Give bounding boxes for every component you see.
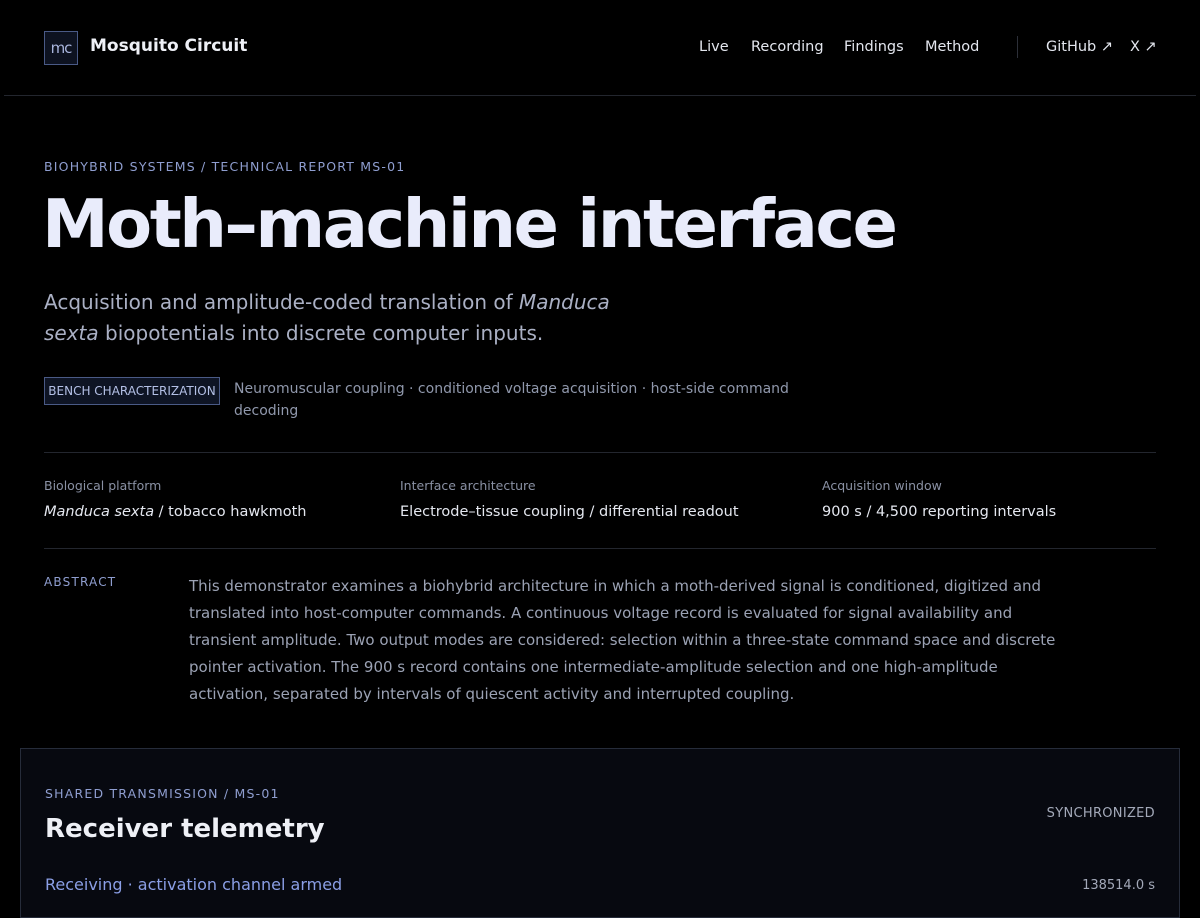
badge-description: Neuromuscular coupling · conditioned vol… [234,381,789,419]
abstract-label: ABSTRACT [44,575,117,589]
status-badge: BENCH CHARACTERIZATION [44,377,220,405]
page-title: Moth–machine interface [42,185,898,263]
site-header: mc Mosquito Circuit Live Recording Findi… [4,0,1196,96]
nav-findings[interactable]: Findings [844,39,904,55]
meta-value-architecture: Electrode–tissue coupling / differential… [400,504,739,520]
telemetry-timestamp: 138514.0 s [1082,878,1155,893]
meta-label-platform: Biological platform [44,478,162,493]
hero-eyebrow: BIOHYBRID SYSTEMS / TECHNICAL REPORT MS-… [44,159,406,174]
nav-divider [1017,36,1018,58]
meta-value-window: 900 s / 4,500 reporting intervals [822,504,1057,520]
meta-species: Manduca sexta [44,504,155,520]
divider [44,548,1156,549]
logo[interactable]: mc [44,31,78,65]
meta-label-architecture: Interface architecture [400,478,536,493]
divider [44,452,1156,453]
telemetry-panel: SHARED TRANSMISSION / MS-01 Receiver tel… [20,748,1180,918]
nav-github-link[interactable]: GitHub ↗ [1046,39,1113,55]
brand-name[interactable]: Mosquito Circuit [90,36,247,56]
hero-subtitle: Acquisition and amplitude-coded translat… [44,287,664,349]
receiving-status: Receiving · activation channel armed [45,875,343,894]
telemetry-eyebrow: SHARED TRANSMISSION / MS-01 [45,786,280,801]
subtitle-text-end: biopotentials into discrete computer inp… [98,321,544,345]
nav-recording[interactable]: Recording [751,39,824,55]
abstract-text: This demonstrator examines a biohybrid a… [189,577,1056,703]
sync-status: SYNCHRONIZED [1046,806,1155,821]
nav-live[interactable]: Live [699,39,729,55]
nav-method[interactable]: Method [925,39,979,55]
meta-platform-text: / tobacco hawkmoth [154,504,307,520]
telemetry-title: Receiver telemetry [45,814,325,844]
meta-label-window: Acquisition window [822,478,942,493]
subtitle-text: Acquisition and amplitude-coded translat… [44,290,519,314]
meta-value-platform: Manduca sexta / tobacco hawkmoth [44,504,306,520]
nav-x-link[interactable]: X ↗ [1130,39,1157,55]
